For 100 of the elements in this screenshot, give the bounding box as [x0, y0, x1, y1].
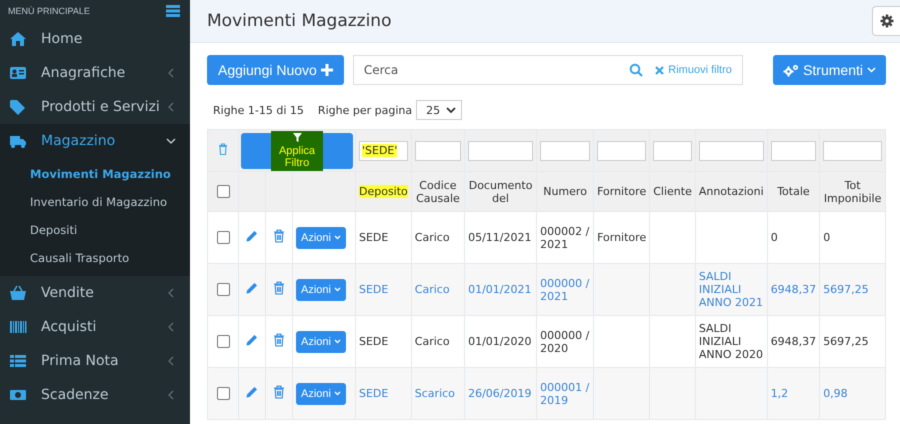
table-cell: SEDE: [359, 231, 388, 244]
table-cell: 5697,25: [823, 283, 869, 296]
table-cell: SEDE: [359, 335, 388, 348]
row-checkbox[interactable]: [216, 335, 230, 348]
barcode-icon: [9, 319, 27, 335]
caret-icon: [334, 287, 341, 292]
trash-icon[interactable]: [273, 281, 285, 295]
submenu-item[interactable]: Causali Trasporto: [0, 244, 190, 272]
table-cell: SALDI INIZIALI ANNO 2021: [698, 270, 763, 309]
chevron-left-icon: [166, 102, 176, 112]
filter-input[interactable]: [823, 140, 882, 160]
table-cell: 26/06/2019: [468, 387, 532, 400]
filter-input[interactable]: 'SEDE': [359, 140, 408, 160]
table-cell: Scarico: [414, 387, 455, 400]
truck-icon: [9, 133, 27, 149]
submenu-item[interactable]: Movimenti Magazzino: [0, 160, 190, 188]
caret-icon: [334, 339, 341, 344]
filter-input[interactable]: [770, 140, 816, 160]
caret-icon: [334, 391, 341, 396]
select-all-checkbox[interactable]: [216, 185, 230, 198]
menu-title: MENÙ PRINCIPALE: [8, 6, 90, 16]
table-cell: 0: [770, 231, 778, 244]
home-icon: [9, 31, 27, 47]
table-cell: Fornitore: [597, 231, 646, 244]
table-cell: SALDI INIZIALI ANNO 2020: [698, 322, 763, 361]
table-cell: Carico: [414, 335, 450, 348]
filter-input[interactable]: [698, 140, 764, 160]
chevron-left-icon: [166, 356, 176, 366]
basket-icon: [9, 285, 27, 301]
page-title: Movimenti Magazzino: [207, 11, 392, 31]
caret-icon: [334, 235, 341, 240]
plus-icon: [320, 64, 333, 76]
table-cell: 1,2: [770, 387, 788, 400]
filter-input[interactable]: [540, 140, 590, 160]
nav-item[interactable]: Home: [0, 22, 190, 56]
pencil-icon[interactable]: [245, 333, 259, 347]
row-checkbox[interactable]: [216, 231, 230, 244]
chevron-left-icon: [166, 322, 176, 332]
tag-icon: [9, 99, 27, 115]
column-header: Numero: [543, 185, 587, 198]
money-icon: [9, 387, 27, 403]
filter-input[interactable]: [468, 140, 534, 160]
table-cell: 6948,37: [770, 335, 816, 348]
table-cell: 000002 / 2021: [540, 224, 590, 250]
table-cell: Carico: [414, 283, 450, 296]
settings-icon: [880, 14, 894, 28]
menu-icon[interactable]: [166, 5, 180, 17]
close-icon: [655, 66, 664, 74]
search-icon[interactable]: [629, 63, 644, 77]
submenu-item[interactable]: Inventario di Magazzino: [0, 188, 190, 216]
table-cell: 000000 / 2021: [540, 276, 590, 302]
table-cell: Carico: [414, 231, 450, 244]
table-cell: 5697,25: [823, 335, 869, 348]
rows-per-page-label: Righe per pagina: [318, 104, 412, 116]
submenu-item[interactable]: Depositi: [0, 216, 190, 244]
apply-filter-button[interactable]: Applica Filtro: [241, 133, 353, 169]
filter-input[interactable]: [653, 140, 692, 160]
chevron-left-icon: [166, 68, 176, 78]
table-cell: 000001 / 2019: [540, 380, 590, 406]
nav-item[interactable]: Acquisti: [0, 310, 190, 344]
nav-item[interactable]: Scadenze: [0, 378, 190, 412]
nav-item[interactable]: Anagrafiche: [0, 56, 190, 90]
trash-icon[interactable]: [218, 143, 228, 155]
nav-item[interactable]: Prima Nota: [0, 344, 190, 378]
column-header: Fornitore: [597, 185, 646, 198]
nav-item[interactable]: Prodotti e Servizi: [0, 90, 190, 124]
column-header: Totale: [777, 185, 810, 198]
caret-icon: [867, 67, 876, 73]
rows-per-page-select[interactable]: 25: [416, 100, 462, 120]
trash-icon[interactable]: [273, 333, 285, 347]
column-header: Deposito: [359, 185, 408, 198]
table-cell: 01/01/2020: [468, 335, 532, 348]
chevron-down-icon: [166, 136, 176, 146]
column-header: Documento del: [468, 178, 532, 204]
rows-info: Righe 1-15 di 15: [213, 104, 304, 116]
column-header: Annotazioni: [698, 185, 764, 198]
trash-icon[interactable]: [273, 229, 285, 243]
filter-input[interactable]: [414, 140, 462, 160]
gears-icon: [783, 64, 800, 76]
column-header: Codice Causale: [416, 178, 460, 204]
settings-button[interactable]: [872, 6, 900, 36]
table-cell: 000000 / 2020: [540, 328, 590, 354]
row-checkbox[interactable]: [216, 387, 230, 400]
pencil-icon[interactable]: [245, 385, 259, 399]
column-header: Tot Imponibile: [824, 178, 882, 204]
filter-input[interactable]: [597, 140, 646, 160]
table-cell: SEDE: [359, 283, 388, 296]
pencil-icon[interactable]: [245, 281, 259, 295]
card-icon: [9, 65, 27, 81]
table-cell: 6948,37: [770, 283, 816, 296]
pencil-icon[interactable]: [245, 229, 259, 243]
nav-item[interactable]: Magazzino: [0, 124, 190, 158]
nav-item[interactable]: Vendite: [0, 276, 190, 310]
row-checkbox[interactable]: [216, 283, 230, 296]
table-cell: 05/11/2021: [468, 231, 532, 244]
trash-icon[interactable]: [273, 385, 285, 399]
chevron-left-icon: [166, 390, 176, 400]
table-cell: 0: [823, 231, 830, 244]
chevron-left-icon: [166, 288, 176, 298]
filter-icon: [292, 133, 302, 142]
